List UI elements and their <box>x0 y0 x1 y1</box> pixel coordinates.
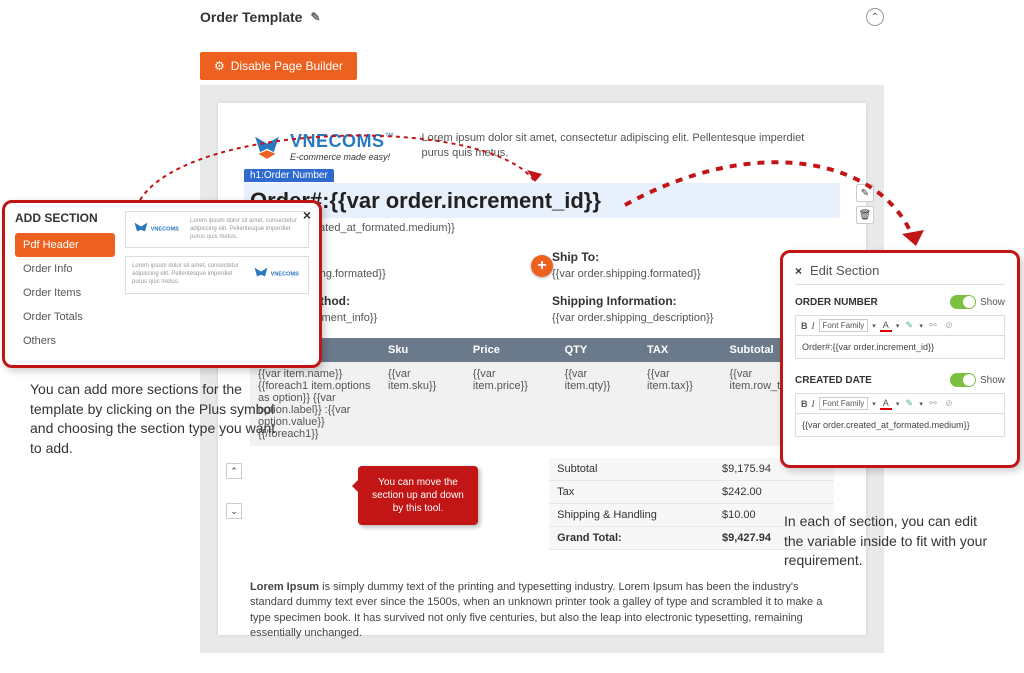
chevron-down-icon[interactable]: ▾ <box>872 400 876 408</box>
field-created-date: CREATED DATE Show B I Font Family ▾ A ▾ … <box>795 373 1005 437</box>
tax-value: $242.00 <box>714 481 834 504</box>
add-section-item-pdf-header[interactable]: Pdf Header <box>15 233 115 257</box>
move-tooltip: You can move the section up and down by … <box>358 466 478 525</box>
tax-label: Tax <box>549 481 714 504</box>
rich-text-editor[interactable]: {{var order.created_at_formated.medium}} <box>795 413 1005 437</box>
annotation-arrow-icon <box>620 130 940 273</box>
disable-page-builder-button[interactable]: ⚙ Disable Page Builder <box>200 52 357 80</box>
add-section-item-order-info[interactable]: Order Info <box>15 257 115 281</box>
gear-icon: ⚙ <box>214 59 225 73</box>
page-title: Order Template ✎ <box>200 9 321 25</box>
show-label: Show <box>980 297 1005 308</box>
toggle-switch-icon <box>950 295 976 309</box>
footer-lorem: Lorem Ipsum is simply dummy text of the … <box>250 580 834 642</box>
add-section-item-order-items[interactable]: Order Items <box>15 281 115 305</box>
svg-text:VNECOMS: VNECOMS <box>271 272 300 278</box>
page-title-text: Order Template <box>200 9 302 25</box>
cell-sku: {{var item.sku}} <box>380 362 465 446</box>
rich-text-toolbar: B I Font Family ▾ A ▾ ✎ ▾ ⚯ ⊘ <box>795 315 1005 335</box>
edit-section-panel: × Edit Section ORDER NUMBER Show B I Fon… <box>780 250 1020 468</box>
chevron-down-icon[interactable]: ▾ <box>919 322 923 330</box>
preview-text: Lorem ipsum dolor sit amet, consectetur … <box>132 263 244 286</box>
table-row: {{var item.name}} {{foreach1 item.option… <box>250 362 834 446</box>
link-button[interactable]: ⚯ <box>927 320 939 332</box>
italic-button[interactable]: I <box>812 321 815 331</box>
add-section-item-order-totals[interactable]: Order Totals <box>15 305 115 329</box>
chevron-down-icon[interactable]: ▾ <box>896 322 900 330</box>
subtotal-label: Subtotal <box>549 458 714 481</box>
caption-edit-section: In each of section, you can edit the var… <box>784 512 994 571</box>
col-price: Price <box>465 338 557 362</box>
italic-button[interactable]: I <box>812 399 815 409</box>
add-section-panel: × ADD SECTION Pdf Header Order Info Orde… <box>2 200 322 368</box>
items-table: Name Sku Price QTY TAX Subtotal {{var it… <box>250 338 834 446</box>
add-section-item-others[interactable]: Others <box>15 329 115 353</box>
shipping-label: Shipping & Handling <box>549 504 714 527</box>
payment-shipping-columns: Payment Method: {{var order.payment_info… <box>250 294 834 324</box>
font-family-select[interactable]: Font Family <box>819 397 869 410</box>
add-section-button-mid[interactable]: + <box>531 255 553 277</box>
field-name: CREATED DATE <box>795 375 872 386</box>
code-button[interactable]: ⊘ <box>943 398 955 410</box>
footer-lorem-bold: Lorem Ipsum <box>250 581 319 593</box>
add-section-title: ADD SECTION <box>15 211 115 225</box>
disable-page-builder-label: Disable Page Builder <box>231 59 343 73</box>
annotation-arrow-icon <box>130 110 550 223</box>
cell-qty: {{var item.qty}} <box>557 362 639 446</box>
text-color-button[interactable]: A <box>880 320 892 332</box>
text-color-button[interactable]: A <box>880 398 892 410</box>
link-button[interactable]: ⚯ <box>927 398 939 410</box>
rich-text-editor[interactable]: Order#:{{var order.increment_id}} <box>795 335 1005 359</box>
edit-title-icon[interactable]: ✎ <box>310 10 320 24</box>
code-button[interactable]: ⊘ <box>943 320 955 332</box>
show-label: Show <box>980 375 1005 386</box>
caption-add-section: You can add more sections for the templa… <box>30 380 290 458</box>
field-order-number: ORDER NUMBER Show B I Font Family ▾ A ▾ … <box>795 295 1005 359</box>
preview-card[interactable]: VNECOMS Lorem ipsum dolor sit amet, cons… <box>125 256 309 293</box>
footer-lorem-text: is simply dummy text of the printing and… <box>250 581 822 639</box>
highlight-button[interactable]: ✎ <box>903 398 915 410</box>
col-tax: TAX <box>639 338 721 362</box>
move-down-button[interactable]: ⌄ <box>226 503 242 519</box>
move-controls-totals: ⌃ ⌄ <box>226 463 242 519</box>
col-qty: QTY <box>557 338 639 362</box>
cell-price: {{var item.price}} <box>465 362 557 446</box>
highlight-button[interactable]: ✎ <box>903 320 915 332</box>
font-family-select[interactable]: Font Family <box>819 319 869 332</box>
col-sku: Sku <box>380 338 465 362</box>
bold-button[interactable]: B <box>801 321 808 331</box>
totals-block: Subtotal$9,175.94 Tax$242.00 Shipping & … <box>250 458 834 550</box>
grand-total-label: Grand Total: <box>549 527 714 550</box>
show-toggle[interactable]: Show <box>950 295 1005 309</box>
bold-button[interactable]: B <box>801 399 808 409</box>
chevron-down-icon[interactable]: ▾ <box>896 400 900 408</box>
chevron-down-icon[interactable]: ▾ <box>872 322 876 330</box>
chevron-down-icon[interactable]: ▾ <box>919 400 923 408</box>
toggle-switch-icon <box>950 373 976 387</box>
svg-text:VNECOMS: VNECOMS <box>151 226 180 232</box>
field-name: ORDER NUMBER <box>795 297 878 308</box>
show-toggle[interactable]: Show <box>950 373 1005 387</box>
cell-tax: {{var item.tax}} <box>639 362 721 446</box>
move-up-button[interactable]: ⌃ <box>226 463 242 479</box>
rich-text-toolbar: B I Font Family ▾ A ▾ ✎ ▾ ⚯ ⊘ <box>795 393 1005 413</box>
collapse-icon[interactable]: ⌃ <box>866 8 884 26</box>
